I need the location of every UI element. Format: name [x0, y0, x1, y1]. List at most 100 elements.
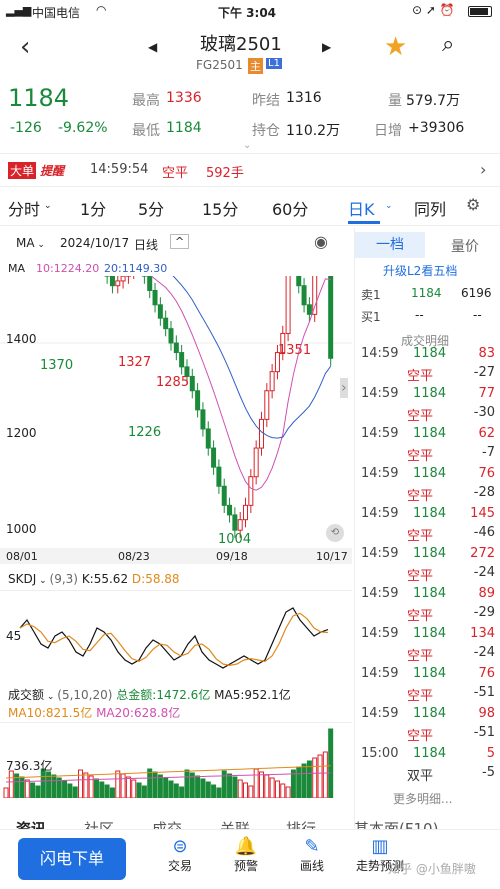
volume-bar — [184, 769, 190, 798]
candle-body — [253, 447, 259, 478]
trade-volume: 89 — [478, 586, 495, 601]
volume-bar — [24, 779, 30, 798]
y-label-1000: 1000 — [6, 522, 37, 536]
trade-icon: ⊜ — [172, 836, 188, 857]
trade-change: -51 — [473, 685, 495, 700]
reset-zoom-icon[interactable]: ⟲ — [326, 524, 344, 542]
candle-body — [211, 447, 217, 468]
tab-60min[interactable]: 60分 — [272, 196, 308, 220]
trade-button[interactable]: ⊜ 交易 — [160, 836, 200, 874]
trade-volume: 76 — [478, 666, 495, 681]
trade-change: -24 — [473, 565, 495, 580]
alert-tag: 大单 — [8, 162, 37, 179]
y-label-1400: 1400 — [6, 332, 37, 346]
candle-body — [312, 276, 318, 315]
candle-body — [115, 280, 121, 287]
trade-volume: 77 — [478, 386, 495, 401]
chart-arrow-icon[interactable]: › — [340, 378, 348, 398]
candle-body — [163, 317, 169, 330]
candle-body — [205, 428, 211, 449]
ma10-legend: 10:1224.20 — [36, 262, 100, 275]
more-details-link[interactable]: 更多明细... — [393, 790, 452, 807]
last-price: 1184 — [8, 84, 70, 112]
trade-change: -51 — [473, 725, 495, 740]
volume-selector[interactable]: 成交额 — [8, 688, 44, 702]
trade-change: -30 — [473, 405, 495, 420]
tab-1min[interactable]: 1分 — [80, 196, 106, 220]
trade-type: 双平 — [407, 769, 434, 784]
upgrade-l2-link[interactable]: 升级L2看五档 — [383, 262, 457, 279]
trade-volume: 76 — [478, 466, 495, 481]
tab-level1[interactable]: 一档 — [355, 232, 425, 258]
quick-order-button[interactable]: 闪电下单 — [18, 838, 126, 880]
eye-icon[interactable]: ◉ — [314, 232, 328, 251]
preclose-label: 昨结 — [252, 93, 280, 109]
tab-fenshi[interactable]: 分时 — [8, 196, 40, 220]
trade-change: -46 — [473, 525, 495, 540]
candle-body — [179, 352, 185, 368]
tab-daily-k[interactable]: 日K — [348, 196, 375, 220]
skdj-chart[interactable] — [0, 590, 352, 680]
tab-volume-price[interactable]: 量价 — [451, 236, 479, 256]
volume-bar — [104, 784, 110, 798]
price-change: -126 — [10, 120, 42, 136]
trade-list: 14:59 1184 83 空平 -27 14:59 1184 77 空平 -30 14:59 118… — [355, 346, 500, 786]
active-tab-underline — [348, 221, 380, 224]
forecast-icon: ▥ — [371, 836, 389, 857]
price-change-pct: -9.62% — [58, 120, 108, 136]
candle-body — [301, 285, 307, 306]
block-order-alert[interactable]: 大单 提醒 14:59:54 空平 592手 › — [0, 158, 500, 184]
candlestick-chart[interactable] — [0, 276, 352, 566]
candle-body — [216, 466, 222, 487]
volume-bar — [216, 787, 222, 798]
order-book-panel: 一档 量价 升级L2看五档 卖1 1184 6196 买1 -- -- 成交明细… — [354, 228, 500, 828]
period-tabs: 分时 ⌄ 1分 5分 15分 60分 日K ⌄ 同列 ⚙ — [0, 186, 500, 226]
trade-type: 空平 — [407, 649, 434, 664]
candle-body — [152, 289, 158, 306]
chart-area: MA ⌄ 2024/10/17 日线 ^ ◉ MA 10:1224.20 20:… — [0, 228, 352, 828]
volume-bar — [93, 778, 99, 798]
volume-bar — [248, 785, 254, 798]
back-icon[interactable]: ‹ — [20, 32, 30, 62]
trade-row: 15:00 1184 5 双平 -5 — [355, 746, 500, 786]
next-contract-icon[interactable]: ▶ — [322, 40, 331, 54]
settings-gear-icon[interactable]: ⚙ — [466, 195, 480, 214]
favorite-star-icon[interactable]: ★ — [384, 32, 407, 62]
candle-body — [269, 371, 275, 392]
annot-1004: 1004 — [218, 532, 252, 547]
trade-row: 14:59 1184 83 空平 -27 — [355, 346, 500, 386]
tab-15min[interactable]: 15分 — [202, 196, 238, 220]
annot-1351: 1351 — [278, 343, 312, 358]
volume-value: 579.7万 — [406, 93, 461, 109]
trade-price: 1184 — [413, 746, 447, 761]
trade-row: 14:59 1184 145 空平 -46 — [355, 506, 500, 546]
chevron-right-icon: › — [480, 160, 487, 179]
candle-body — [200, 409, 206, 430]
trade-row: 14:59 1184 77 空平 -30 — [355, 386, 500, 426]
skdj-selector[interactable]: SKDJ — [8, 572, 36, 586]
volume-label: 量 — [388, 93, 402, 109]
search-icon[interactable]: ⌕ — [442, 32, 454, 57]
collapse-up-icon[interactable]: ^ — [170, 234, 190, 249]
volume-header: 成交额 ⌄ (5,10,20) 总金额:1472.6亿 MA5:952.1亿 — [8, 688, 291, 702]
draw-line-button[interactable]: ✎ 画线 — [292, 836, 332, 874]
trade-type: 空平 — [407, 569, 434, 584]
trade-time: 14:59 — [361, 426, 399, 441]
tab-same-list[interactable]: 同列 — [414, 196, 446, 220]
alert-time: 14:59:54 — [90, 162, 149, 177]
trade-price: 1184 — [413, 426, 447, 441]
ma-selector[interactable]: MA — [16, 236, 35, 250]
volume-chart[interactable] — [0, 722, 352, 798]
candle-body — [264, 390, 270, 420]
expand-chevron-icon[interactable]: ⌄ — [243, 140, 251, 151]
trade-volume: 62 — [478, 426, 495, 441]
alert-button[interactable]: 🔔 预警 — [226, 836, 266, 874]
carrier-label: 中国电信 — [32, 6, 81, 20]
daily-change-label: 日增 — [374, 123, 402, 139]
tab-5min[interactable]: 5分 — [138, 196, 164, 220]
trade-time: 14:59 — [361, 506, 399, 521]
prev-contract-icon[interactable]: ◀ — [148, 40, 157, 54]
volume-bar — [227, 773, 233, 798]
trade-price: 1184 — [413, 346, 447, 361]
ma-legend-label: MA — [8, 262, 26, 275]
